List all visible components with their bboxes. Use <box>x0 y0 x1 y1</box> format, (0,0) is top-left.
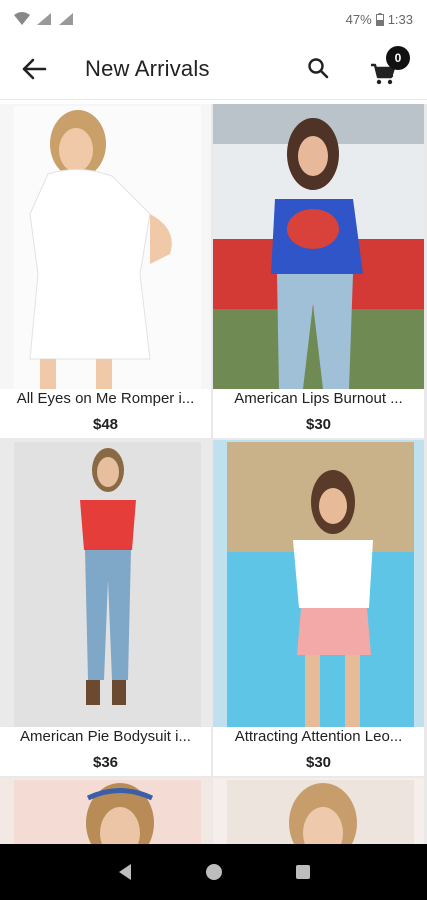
back-triangle-icon <box>118 864 131 880</box>
app-bar: New Arrivals 0 <box>0 38 427 100</box>
cart-button[interactable]: 0 <box>366 46 412 90</box>
nav-recents-button[interactable] <box>283 852 323 892</box>
product-card[interactable] <box>0 778 211 844</box>
recents-square-icon <box>295 865 310 879</box>
product-price: $36 <box>92 754 119 771</box>
product-grid[interactable]: All Eyes on Me Romper i... $48 American … <box>0 104 427 844</box>
status-bar: 47% 1:33 <box>0 0 427 38</box>
back-button[interactable] <box>16 51 52 87</box>
clock: 1:33 <box>387 11 413 27</box>
page-title: New Arrivals <box>85 55 210 81</box>
product-price: $30 <box>305 754 332 771</box>
product-image[interactable] <box>0 104 211 389</box>
battery-icon <box>375 12 384 26</box>
product-name[interactable]: All Eyes on Me Romper i... <box>0 390 211 407</box>
search-button[interactable] <box>302 52 334 84</box>
cart-count-badge: 0 <box>386 46 410 70</box>
product-image[interactable] <box>0 440 211 727</box>
product-price: $30 <box>305 416 332 433</box>
product-image[interactable] <box>213 104 424 389</box>
product-card[interactable]: Attracting Attention Leo... $30 <box>213 440 424 776</box>
status-icons-right: 47% 1:33 <box>346 12 413 27</box>
system-nav-bar <box>0 844 427 900</box>
product-card[interactable]: American Pie Bodysuit i... $36 <box>0 440 211 776</box>
product-card[interactable]: American Lips Burnout ... $30 <box>213 104 424 438</box>
product-price: $48 <box>92 416 119 433</box>
product-card[interactable] <box>213 778 424 844</box>
nav-back-button[interactable] <box>105 852 145 892</box>
home-circle-icon <box>205 864 222 880</box>
search-icon <box>308 58 329 79</box>
product-name[interactable]: American Lips Burnout ... <box>213 390 424 407</box>
product-name[interactable]: Attracting Attention Leo... <box>213 728 424 745</box>
product-name[interactable]: American Pie Bodysuit i... <box>0 728 211 745</box>
battery-percent: 47% <box>345 11 372 27</box>
product-image[interactable] <box>213 440 424 727</box>
signal-icon <box>59 13 73 25</box>
back-arrow-icon <box>22 58 47 79</box>
signal-icon <box>37 13 51 25</box>
nav-home-button[interactable] <box>194 852 234 892</box>
wifi-icon <box>14 12 30 25</box>
product-image[interactable] <box>0 778 211 844</box>
product-card[interactable]: All Eyes on Me Romper i... $48 <box>0 104 211 438</box>
status-icons-left <box>14 12 74 26</box>
product-image[interactable] <box>213 778 424 844</box>
